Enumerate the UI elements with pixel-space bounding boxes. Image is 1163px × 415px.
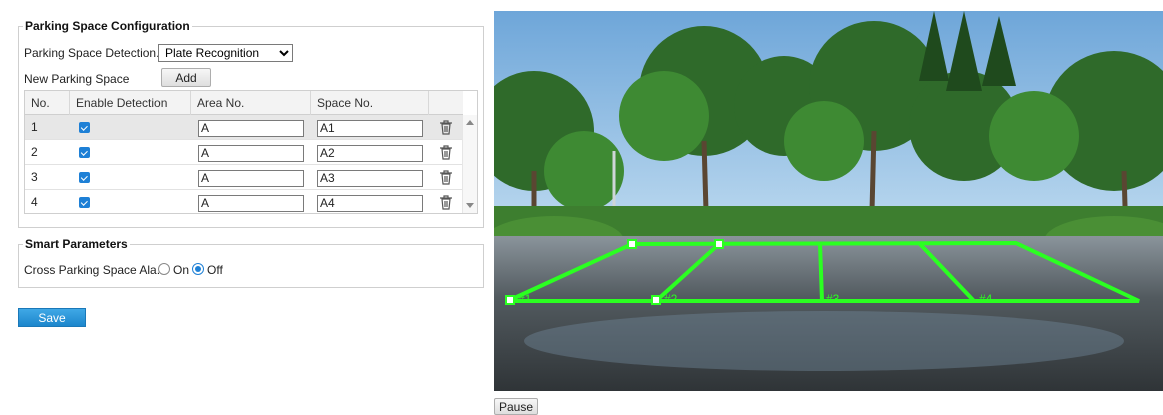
row-no: 4 <box>31 195 38 209</box>
save-button[interactable]: Save <box>18 308 86 327</box>
space-label-3: #3 <box>826 292 840 306</box>
space-input[interactable]: A4 <box>317 195 423 212</box>
table-row[interactable]: 3 A A3 <box>25 165 463 190</box>
off-radio[interactable] <box>192 263 204 275</box>
parking-config-legend: Parking Space Configuration <box>23 19 192 33</box>
enable-checkbox[interactable] <box>79 197 90 208</box>
off-label: Off <box>207 263 223 277</box>
on-radio[interactable] <box>158 263 170 275</box>
table-row[interactable]: 2 A A2 <box>25 140 463 165</box>
space-label-2: #2 <box>664 292 678 306</box>
table-header: No. Enable Detection Area No. Space No. <box>25 91 463 115</box>
col-enable: Enable Detection <box>70 91 191 115</box>
trash-icon[interactable] <box>439 145 453 160</box>
row-no: 3 <box>31 170 38 184</box>
col-actions <box>429 91 463 115</box>
row-no: 1 <box>31 120 38 134</box>
table-scrollbar[interactable] <box>462 115 477 213</box>
enable-checkbox[interactable] <box>79 122 90 133</box>
add-button[interactable]: Add <box>161 68 211 87</box>
area-input[interactable]: A <box>198 145 304 162</box>
new-space-label: New Parking Space <box>24 72 130 86</box>
detection-label: Parking Space Detection... <box>24 46 167 60</box>
parking-space-table: No. Enable Detection Area No. Space No. … <box>24 90 478 214</box>
col-no: No. <box>25 91 70 115</box>
col-space: Space No. <box>311 91 429 115</box>
scroll-down-arrow-icon[interactable] <box>466 203 474 208</box>
space-input[interactable]: A3 <box>317 170 423 187</box>
row-no: 2 <box>31 145 38 159</box>
smart-params-legend: Smart Parameters <box>23 237 130 251</box>
trash-icon[interactable] <box>439 170 453 185</box>
area-input[interactable]: A <box>198 170 304 187</box>
space-label-4: #4 <box>979 292 993 306</box>
col-area: Area No. <box>191 91 311 115</box>
parking-lot-scene: #1 #2 #3 #4 <box>494 11 1163 391</box>
table-row[interactable]: 1 A A1 <box>25 115 463 140</box>
on-label: On <box>173 263 190 277</box>
enable-checkbox[interactable] <box>79 147 90 158</box>
table-row[interactable]: 4 A A4 <box>25 190 463 213</box>
area-input[interactable]: A <box>198 195 304 212</box>
trash-icon[interactable] <box>439 195 453 210</box>
trash-icon[interactable] <box>439 120 453 135</box>
space-label-1: #1 <box>518 292 532 306</box>
video-preview[interactable]: #1 #2 #3 #4 <box>494 11 1163 391</box>
space-input[interactable]: A2 <box>317 145 423 162</box>
scroll-up-arrow-icon[interactable] <box>466 120 474 125</box>
detection-select[interactable]: Plate Recognition <box>158 44 293 62</box>
enable-checkbox[interactable] <box>79 172 90 183</box>
space-input[interactable]: A1 <box>317 120 423 137</box>
area-input[interactable]: A <box>198 120 304 137</box>
pause-button[interactable]: Pause <box>494 398 538 415</box>
cross-space-label: Cross Parking Space Ala... <box>24 263 167 277</box>
